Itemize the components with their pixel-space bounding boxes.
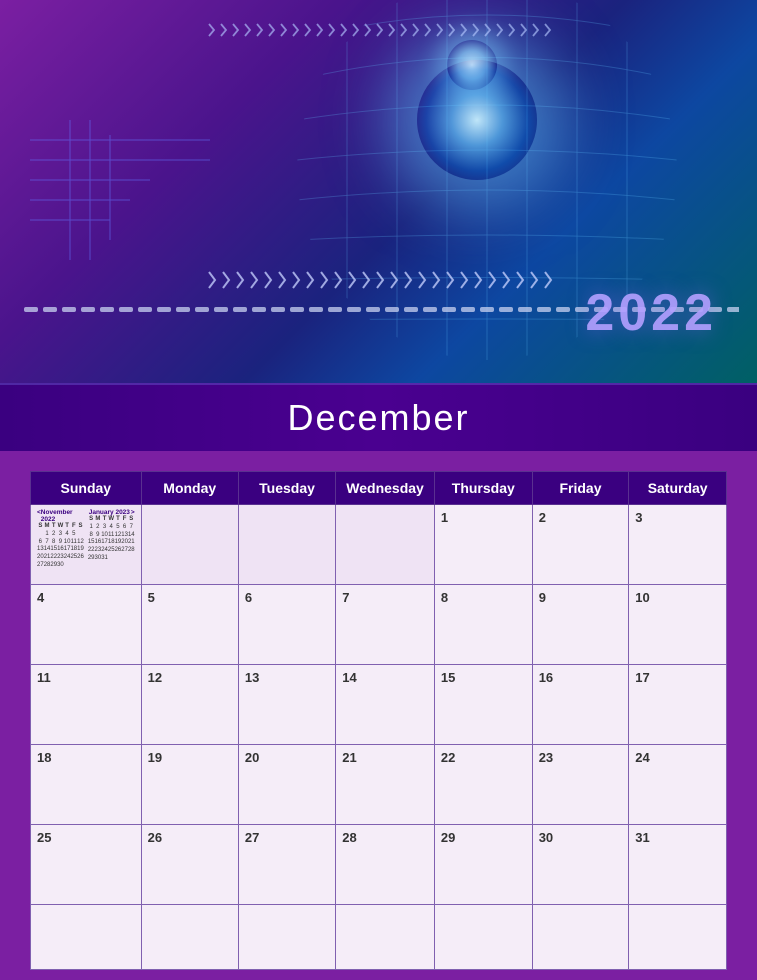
cal-cell-w4-d2: 27 (238, 825, 335, 905)
calendar-body: <November 2022 SMTWTFS 12345678910111213… (31, 505, 727, 970)
day-number-28: 28 (342, 830, 356, 845)
year-display: 2022 (585, 283, 717, 343)
cal-cell-w1-d3: 7 (336, 585, 435, 665)
calendar-week-3: 11 12 13 14 15 16 17 (31, 665, 727, 745)
cal-cell-w1-d6: 10 (629, 585, 727, 665)
calendar-table: Sunday Monday Tuesday Wednesday Thursday… (30, 471, 727, 970)
day-number-19: 19 (148, 750, 162, 765)
header-wednesday: Wednesday (336, 472, 435, 505)
cal-cell-w3-d5: 23 (532, 745, 629, 825)
day-number-17: 17 (635, 670, 649, 685)
day-number-1: 1 (441, 510, 448, 525)
day-number-5: 5 (148, 590, 155, 605)
day-number-20: 20 (245, 750, 259, 765)
cal-cell-w3-d2: 20 (238, 745, 335, 825)
chevrons-top-row (204, 22, 554, 43)
day-number-13: 13 (245, 670, 259, 685)
cal-cell-w0-d3 (336, 505, 435, 585)
chevrons-mid-row (204, 270, 554, 295)
cal-cell-w2-d2: 13 (238, 665, 335, 745)
calendar-week-2: 4 5 6 7 8 9 10 (31, 585, 727, 665)
cal-cell-w2-d3: 14 (336, 665, 435, 745)
cal-cell-w4-d1: 26 (141, 825, 238, 905)
cal-cell-w3-d0: 18 (31, 745, 142, 825)
day-number-6: 6 (245, 590, 252, 605)
day-number-24: 24 (635, 750, 649, 765)
header-saturday: Saturday (629, 472, 727, 505)
day-number-21: 21 (342, 750, 356, 765)
calendar-section: Sunday Monday Tuesday Wednesday Thursday… (0, 451, 757, 980)
cal-cell-w2-d5: 16 (532, 665, 629, 745)
cal-cell-w0-d6: 3 (629, 505, 727, 585)
day-number-9: 9 (539, 590, 546, 605)
cal-cell-w2-d1: 12 (141, 665, 238, 745)
cal-cell-w4-d5: 30 (532, 825, 629, 905)
cal-cell-w5-d4 (434, 905, 532, 970)
day-number-30: 30 (539, 830, 553, 845)
glow-orb-main (417, 60, 537, 180)
page: /* rendered below */ 2022 December Sunda… (0, 0, 757, 980)
cal-cell-w1-d5: 9 (532, 585, 629, 665)
cal-cell-w5-d6 (629, 905, 727, 970)
day-number-31: 31 (635, 830, 649, 845)
cal-cell-w1-d4: 8 (434, 585, 532, 665)
cal-cell-w3-d1: 19 (141, 745, 238, 825)
day-headers-row: Sunday Monday Tuesday Wednesday Thursday… (31, 472, 727, 505)
day-number-22: 22 (441, 750, 455, 765)
calendar-week-5: 25 26 27 28 29 30 31 (31, 825, 727, 905)
header-friday: Friday (532, 472, 629, 505)
cal-cell-w1-d2: 6 (238, 585, 335, 665)
cal-cell-w1-d0: 4 (31, 585, 142, 665)
cal-cell-w4-d4: 29 (434, 825, 532, 905)
month-title-bar: December (0, 383, 757, 451)
cal-cell-w3-d6: 24 (629, 745, 727, 825)
day-number-15: 15 (441, 670, 455, 685)
calendar-week-4: 18 19 20 21 22 23 24 (31, 745, 727, 825)
cal-cell-w2-d4: 15 (434, 665, 532, 745)
day-number-2: 2 (539, 510, 546, 525)
header-background: /* rendered below */ 2022 (0, 0, 757, 383)
cal-cell-w4-d6: 31 (629, 825, 727, 905)
cal-cell-w0-d0: <November 2022 SMTWTFS 12345678910111213… (31, 505, 142, 585)
left-grid-decoration (30, 80, 230, 285)
cal-cell-w0-d1 (141, 505, 238, 585)
day-number-8: 8 (441, 590, 448, 605)
cal-cell-w0-d5: 2 (532, 505, 629, 585)
cal-cell-w4-d0: 25 (31, 825, 142, 905)
day-number-18: 18 (37, 750, 51, 765)
header-sunday: Sunday (31, 472, 142, 505)
cal-cell-w3-d3: 21 (336, 745, 435, 825)
header-monday: Monday (141, 472, 238, 505)
day-number-12: 12 (148, 670, 162, 685)
day-number-26: 26 (148, 830, 162, 845)
day-number-29: 29 (441, 830, 455, 845)
day-number-16: 16 (539, 670, 553, 685)
day-number-7: 7 (342, 590, 349, 605)
day-number-27: 27 (245, 830, 259, 845)
cal-cell-w0-d4: 1 (434, 505, 532, 585)
cal-cell-w5-d1 (141, 905, 238, 970)
day-number-4: 4 (37, 590, 44, 605)
day-number-25: 25 (37, 830, 51, 845)
calendar-week-1: <November 2022 SMTWTFS 12345678910111213… (31, 505, 727, 585)
cal-cell-w0-d2 (238, 505, 335, 585)
cal-cell-w5-d2 (238, 905, 335, 970)
header-tuesday: Tuesday (238, 472, 335, 505)
cal-cell-w2-d6: 17 (629, 665, 727, 745)
calendar-week-6 (31, 905, 727, 970)
cal-cell-w5-d3 (336, 905, 435, 970)
cal-cell-w2-d0: 11 (31, 665, 142, 745)
cal-cell-w5-d0 (31, 905, 142, 970)
day-number-23: 23 (539, 750, 553, 765)
cal-cell-w3-d4: 22 (434, 745, 532, 825)
cal-cell-w5-d5 (532, 905, 629, 970)
month-title: December (0, 397, 757, 439)
cal-cell-w1-d1: 5 (141, 585, 238, 665)
header-thursday: Thursday (434, 472, 532, 505)
day-number-10: 10 (635, 590, 649, 605)
cal-cell-w4-d3: 28 (336, 825, 435, 905)
day-number-11: 11 (37, 670, 51, 685)
day-number-3: 3 (635, 510, 642, 525)
day-number-14: 14 (342, 670, 356, 685)
